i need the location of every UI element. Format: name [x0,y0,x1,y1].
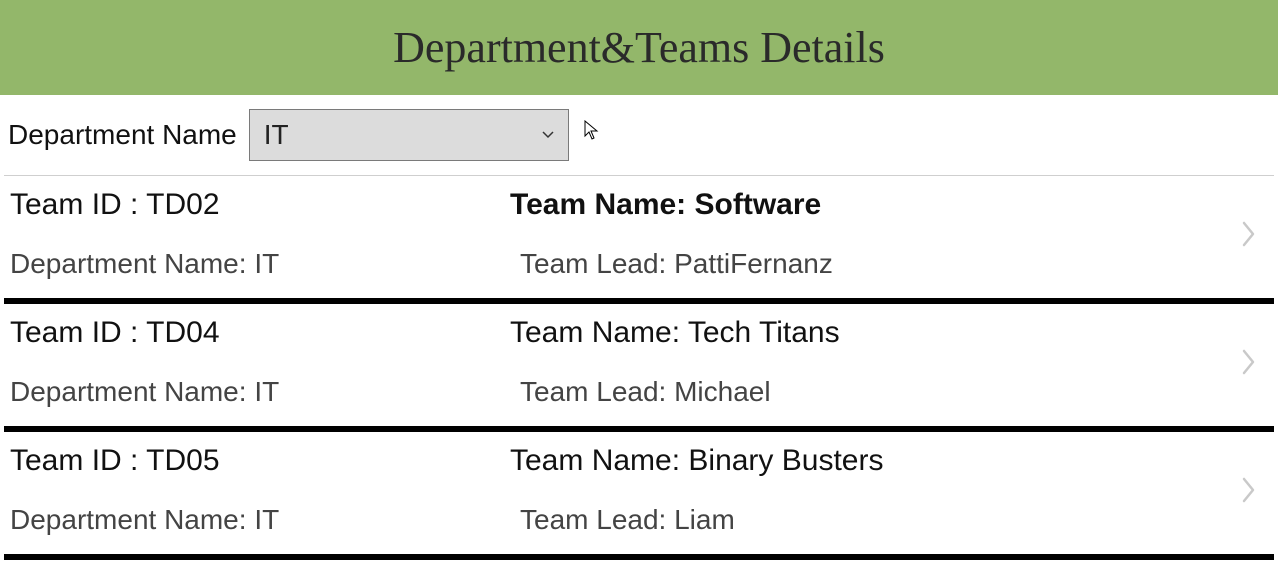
team-row[interactable]: Team ID : TD02Team Name: SoftwareDepartm… [4,176,1274,304]
chevron-down-icon [542,126,554,144]
team-lead: Team Lead: Liam [510,504,1224,536]
teams-list: Team ID : TD02Team Name: SoftwareDepartm… [4,175,1274,560]
department-filter-label: Department Name [8,119,237,151]
chevron-right-icon [1224,444,1274,536]
team-name: Team Name: Software [510,188,1224,222]
filter-row: Department Name IT [0,95,1278,175]
team-row[interactable]: Team ID : TD04Team Name: Tech TitansDepa… [4,304,1274,432]
department-name: Department Name: IT [10,504,510,536]
chevron-right-icon [1224,316,1274,408]
team-id: Team ID : TD02 [10,188,510,222]
team-lead: Team Lead: PattiFernanz [510,248,1224,280]
team-lead: Team Lead: Michael [510,376,1224,408]
team-id: Team ID : TD04 [10,316,510,350]
department-select-value: IT [264,119,289,151]
department-name: Department Name: IT [10,248,510,280]
page-title: Department&Teams Details [393,22,885,73]
department-select[interactable]: IT [249,109,569,161]
department-name: Department Name: IT [10,376,510,408]
chevron-right-icon [1224,188,1274,280]
team-name: Team Name: Tech Titans [510,316,1224,350]
team-name: Team Name: Binary Busters [510,444,1224,478]
page-header: Department&Teams Details [0,0,1278,95]
team-row[interactable]: Team ID : TD05Team Name: Binary BustersD… [4,432,1274,560]
team-id: Team ID : TD05 [10,444,510,478]
